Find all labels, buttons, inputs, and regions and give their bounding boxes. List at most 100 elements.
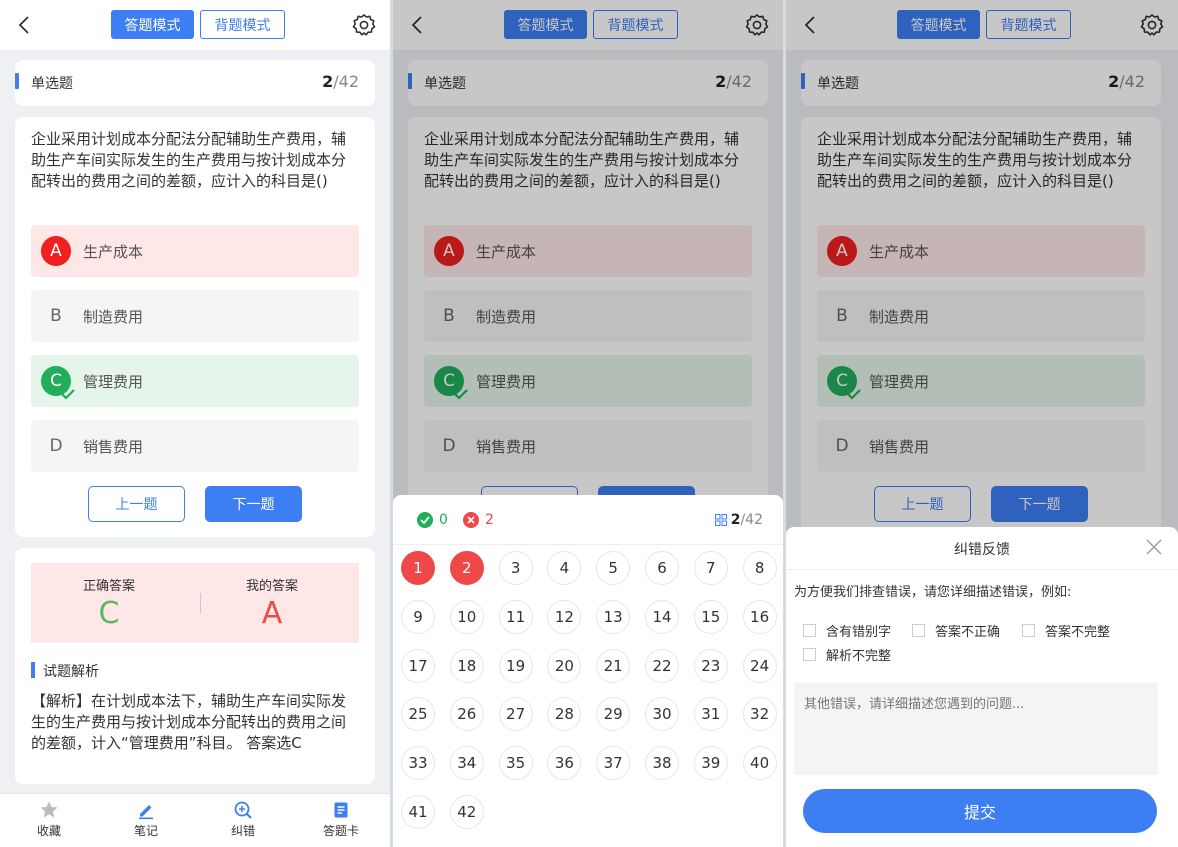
question-text: 企业采用计划成本分配法分配辅助生产费用，辅助生产车间实际发生的生产费用与按计划成… bbox=[31, 130, 347, 190]
question-progress: 2/42 bbox=[322, 72, 359, 91]
question-number-23[interactable]: 23 bbox=[693, 648, 728, 683]
tab-correction[interactable]: 纠错 bbox=[213, 800, 273, 839]
question-card: 企业采用计划成本分配法分配辅助生产费用，辅助生产车间实际发生的生产费用与按计划成… bbox=[15, 117, 375, 537]
answer-sheet-panel: 答题模式 背题模式 单选题 2/42 企业采用计划成本分配法分配辅助生产费用，辅… bbox=[393, 0, 783, 847]
tab-notes[interactable]: 笔记 bbox=[116, 800, 176, 839]
question-number-22[interactable]: 22 bbox=[645, 648, 679, 683]
feedback-option-incomplete-analysis[interactable]: 解析不完整 bbox=[803, 645, 891, 664]
star-icon bbox=[40, 801, 58, 818]
feedback-panel: 答题模式 背题模式 单选题 2/42 企业采用计划成本分配法分配辅助生产费用，辅… bbox=[786, 0, 1178, 847]
question-number-41[interactable]: 41 bbox=[401, 795, 435, 829]
gear-icon[interactable] bbox=[352, 13, 376, 37]
question-number-7[interactable]: 7 bbox=[693, 551, 728, 585]
prev-question-button[interactable]: 上一题 bbox=[88, 486, 185, 522]
question-number-12[interactable]: 12 bbox=[547, 599, 582, 634]
error-correct-icon bbox=[234, 801, 252, 819]
question-number-18[interactable]: 18 bbox=[449, 648, 484, 683]
question-number-2[interactable]: 2 bbox=[449, 551, 484, 585]
feedback-option-typo[interactable]: 含有错别字 bbox=[803, 621, 891, 640]
header: 答题模式 背题模式 bbox=[0, 0, 390, 50]
option-label: 生产成本 bbox=[83, 242, 144, 261]
option-letter: C bbox=[41, 366, 75, 400]
question-number-11[interactable]: 11 bbox=[498, 599, 533, 634]
next-question-button[interactable]: 下一题 bbox=[205, 486, 302, 522]
feedback-prompt: 为方便我们排查错误，请您详细描述错误，例如: bbox=[794, 585, 1072, 600]
question-number-21[interactable]: 21 bbox=[596, 648, 631, 683]
question-number-20[interactable]: 20 bbox=[547, 648, 582, 683]
bottom-tab-bar: 收藏 笔记 纠错 答题卡 bbox=[0, 793, 390, 847]
check-circle-icon bbox=[417, 512, 433, 528]
answer-card: 正确答案 C 我的答案 A 试题解析 【解析】在计划成本法下，辅助生产车间实际发… bbox=[15, 548, 375, 784]
feedback-option-wrong-answer[interactable]: 答案不正确 bbox=[912, 621, 1000, 640]
question-number-4[interactable]: 4 bbox=[547, 551, 582, 585]
question-number-38[interactable]: 38 bbox=[645, 746, 679, 781]
question-number-16[interactable]: 16 bbox=[742, 599, 777, 634]
question-number-6[interactable]: 6 bbox=[645, 551, 679, 585]
analysis-text: 【解析】在计划成本法下，辅助生产车间实际发生的生产费用与按计划成本分配转出的费用… bbox=[31, 692, 347, 752]
feedback-sheet: 纠错反馈 为方便我们排查错误，请您详细描述错误，例如: 含有错别字 答案不正确 … bbox=[786, 527, 1178, 847]
tab-favorite[interactable]: 收藏 bbox=[19, 800, 79, 839]
feedback-option-incomplete-answer[interactable]: 答案不完整 bbox=[1022, 621, 1110, 640]
question-type-label: 单选题 bbox=[31, 76, 73, 92]
correct-answer: 正确答案 C bbox=[82, 579, 135, 631]
question-type-card: 单选题 2/42 bbox=[15, 60, 375, 106]
close-icon[interactable] bbox=[1146, 539, 1162, 555]
question-number-33[interactable]: 33 bbox=[401, 746, 435, 781]
back-icon[interactable] bbox=[14, 14, 36, 36]
checkbox[interactable] bbox=[803, 624, 816, 637]
question-number-28[interactable]: 28 bbox=[547, 697, 582, 732]
feedback-textarea[interactable] bbox=[794, 683, 1158, 775]
option-letter: A bbox=[41, 236, 71, 266]
question-number-1[interactable]: 1 bbox=[401, 551, 435, 585]
option-b[interactable]: B 制造费用 bbox=[31, 290, 359, 342]
question-number-14[interactable]: 14 bbox=[645, 599, 679, 634]
question-number-8[interactable]: 8 bbox=[742, 551, 777, 585]
wrong-count: 2 bbox=[463, 512, 494, 528]
question-panel: 答题模式 背题模式 单选题 2/42 企业采用计划成本分配法分配辅助生产费用，辅… bbox=[0, 0, 390, 847]
tab-answer-sheet[interactable]: 答题卡 bbox=[311, 800, 371, 839]
checkbox[interactable] bbox=[1022, 624, 1035, 637]
checkbox[interactable] bbox=[912, 624, 925, 637]
question-number-5[interactable]: 5 bbox=[596, 551, 631, 585]
option-letter: B bbox=[50, 306, 62, 326]
question-number-3[interactable]: 3 bbox=[498, 551, 533, 585]
question-number-27[interactable]: 27 bbox=[498, 697, 533, 732]
analysis-title: 试题解析 bbox=[31, 661, 99, 681]
question-number-17[interactable]: 17 bbox=[401, 648, 435, 683]
pen-icon bbox=[139, 805, 153, 820]
question-number-15[interactable]: 15 bbox=[693, 599, 728, 634]
question-number-26[interactable]: 26 bbox=[449, 697, 484, 732]
answer-sheet: 0 2 2/42 1 2 3 4 5 6 7 8 9 10 11 12 13 14 15 16 17 18 19 20… bbox=[393, 495, 783, 847]
grid-icon bbox=[714, 514, 727, 526]
submit-button[interactable]: 提交 bbox=[803, 789, 1157, 833]
option-c[interactable]: C 管理费用 bbox=[31, 355, 359, 407]
option-d[interactable]: D 销售费用 bbox=[31, 420, 359, 472]
question-number-30[interactable]: 30 bbox=[645, 697, 679, 732]
question-number-36[interactable]: 36 bbox=[547, 746, 582, 781]
answer-card-icon bbox=[334, 802, 348, 818]
question-number-37[interactable]: 37 bbox=[596, 746, 631, 781]
answer-mode-button[interactable]: 答题模式 bbox=[111, 10, 194, 39]
answer-compare-box: 正确答案 C 我的答案 A bbox=[31, 563, 359, 643]
question-number-42[interactable]: 42 bbox=[449, 795, 484, 829]
question-number-31[interactable]: 31 bbox=[693, 697, 728, 732]
option-label: 管理费用 bbox=[83, 372, 144, 391]
question-number-19[interactable]: 19 bbox=[498, 648, 533, 683]
question-number-29[interactable]: 29 bbox=[596, 697, 631, 732]
option-label: 制造费用 bbox=[83, 307, 144, 326]
question-number-10[interactable]: 10 bbox=[449, 599, 484, 634]
question-number-40[interactable]: 40 bbox=[742, 746, 777, 781]
option-letter: D bbox=[49, 436, 63, 456]
question-number-24[interactable]: 24 bbox=[742, 648, 777, 683]
recite-mode-button[interactable]: 背题模式 bbox=[200, 10, 285, 39]
question-number-34[interactable]: 34 bbox=[449, 746, 484, 781]
question-number-13[interactable]: 13 bbox=[596, 599, 631, 634]
question-number-9[interactable]: 9 bbox=[401, 599, 435, 634]
sheet-progress: 2/42 bbox=[714, 512, 763, 528]
question-number-25[interactable]: 25 bbox=[401, 697, 435, 732]
checkbox[interactable] bbox=[803, 648, 816, 661]
question-number-35[interactable]: 35 bbox=[498, 746, 533, 781]
question-number-32[interactable]: 32 bbox=[742, 697, 777, 732]
option-a[interactable]: A 生产成本 bbox=[31, 225, 359, 277]
question-number-39[interactable]: 39 bbox=[693, 746, 728, 781]
